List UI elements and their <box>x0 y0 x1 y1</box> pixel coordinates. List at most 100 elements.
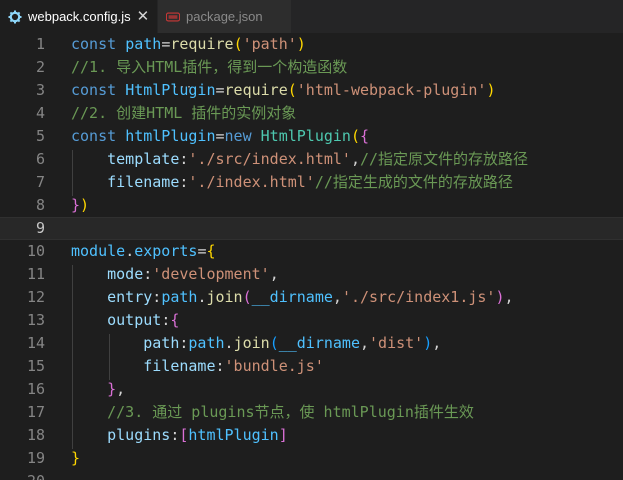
code-token: exports <box>134 242 198 260</box>
code-token: htmlPlugin <box>188 426 279 444</box>
code-line[interactable]: 5 const htmlPlugin=new HtmlPlugin({ <box>0 125 623 148</box>
code-line[interactable]: 1 const path=require('path') <box>0 33 623 56</box>
code-text: const path=require('path') <box>71 33 306 56</box>
code-text: filename:'./index.html'//指定生成的文件的存放路径 <box>71 171 513 194</box>
code-token: ( <box>269 334 279 352</box>
line-number: 17 <box>26 403 45 421</box>
code-token: ) <box>423 334 433 352</box>
code-text: } <box>71 447 80 470</box>
code-token: filename <box>107 173 180 191</box>
code-token: ) <box>486 81 496 99</box>
code-text: mode:'development', <box>71 263 279 286</box>
code-token: //1. 导入HTML插件，得到一个构造函数 <box>71 58 348 76</box>
tab-label: webpack.config.js <box>28 9 131 24</box>
code-token: , <box>332 288 342 306</box>
code-token: , <box>432 334 442 352</box>
code-line[interactable]: 11 mode:'development', <box>0 263 623 286</box>
line-number: 4 <box>35 104 45 122</box>
code-token: //3. 通过 plugins节点，使 htmlPlugin插件生效 <box>107 403 474 421</box>
code-token: path <box>125 35 162 53</box>
code-token: //2. 创建HTML 插件的实例对象 <box>71 104 297 122</box>
code-token: HtmlPlugin <box>125 81 216 99</box>
code-line[interactable]: 3 const HtmlPlugin=require('html-webpack-… <box>0 79 623 102</box>
code-line[interactable]: 9 <box>0 217 623 240</box>
code-token: { <box>360 127 370 145</box>
code-text: plugins:[htmlPlugin] <box>71 424 288 447</box>
code-text: filename:'bundle.js' <box>71 355 324 378</box>
code-line[interactable]: 16 }, <box>0 378 623 401</box>
code-line[interactable]: 20 <box>0 470 623 480</box>
code-text: }) <box>71 194 89 217</box>
code-line[interactable]: 17 //3. 通过 plugins节点，使 htmlPlugin插件生效 <box>0 401 623 424</box>
code-token: //指定生成的文件的存放路径 <box>314 173 513 191</box>
code-token: HtmlPlugin <box>260 127 351 145</box>
code-token: ( <box>242 288 252 306</box>
gear-icon <box>8 10 22 24</box>
line-number: 16 <box>26 380 45 398</box>
code-line[interactable]: 7 filename:'./index.html'//指定生成的文件的存放路径 <box>0 171 623 194</box>
line-number: 14 <box>26 334 45 352</box>
code-token: __dirname <box>251 288 333 306</box>
code-token: htmlPlugin <box>125 127 216 145</box>
code-token: join <box>206 288 243 306</box>
code-line[interactable]: 12 entry:path.join(__dirname,'./src/inde… <box>0 286 623 309</box>
code-line[interactable]: 19} <box>0 447 623 470</box>
code-line[interactable]: 4 //2. 创建HTML 插件的实例对象 <box>0 102 623 125</box>
code-token: . <box>125 242 135 260</box>
code-token: mode <box>107 265 144 283</box>
code-token: const <box>71 81 126 99</box>
code-line[interactable]: 13 output:{ <box>0 309 623 332</box>
code-token: './index.html' <box>188 173 315 191</box>
code-token: = <box>215 127 225 145</box>
code-token: //指定原文件的存放路径 <box>360 150 529 168</box>
line-number: 15 <box>26 357 45 375</box>
line-number: 7 <box>35 173 45 191</box>
code-text: output:{ <box>71 309 179 332</box>
code-token: } <box>71 196 81 214</box>
code-line[interactable]: 18 plugins:[htmlPlugin] <box>0 424 623 447</box>
code-token: join <box>233 334 270 352</box>
code-token: ( <box>287 81 297 99</box>
code-line[interactable]: 8}) <box>0 194 623 217</box>
code-text: template:'./src/index.html',//指定原文件的存放路径 <box>71 148 528 171</box>
code-token: : <box>143 265 153 283</box>
code-line[interactable]: 2 //1. 导入HTML插件，得到一个构造函数 <box>0 56 623 79</box>
code-token: __dirname <box>278 334 360 352</box>
line-number: 10 <box>26 242 45 260</box>
code-token: const <box>71 35 126 53</box>
code-token: path <box>143 334 180 352</box>
code-line[interactable]: 6 template:'./src/index.html',//指定原文件的存放… <box>0 148 623 171</box>
line-number: 5 <box>35 127 45 145</box>
line-number: 18 <box>26 426 45 444</box>
code-line[interactable]: 15 filename:'bundle.js' <box>0 355 623 378</box>
line-number: 3 <box>35 81 45 99</box>
code-editor[interactable]: ··· 1 const path=require('path') 2//1. 导入H… <box>0 33 623 480</box>
code-token: 'development' <box>152 265 270 283</box>
code-text: //3. 通过 plugins节点，使 htmlPlugin插件生效 <box>71 401 474 424</box>
code-token: , <box>269 265 279 283</box>
tab-webpack-config[interactable]: webpack.config.js ✕ <box>0 0 157 33</box>
code-line[interactable]: 14 path:path.join(__dirname,'dist'), <box>0 332 623 355</box>
code-line[interactable]: 10 module.exports={ <box>0 240 623 263</box>
code-token: , <box>504 288 514 306</box>
code-token: ] <box>278 426 288 444</box>
code-token: ) <box>296 35 306 53</box>
line-number: 19 <box>26 449 45 467</box>
code-token: { <box>170 311 180 329</box>
code-token: ) <box>80 196 90 214</box>
close-icon[interactable]: ✕ <box>137 9 150 24</box>
code-token: 'dist' <box>369 334 424 352</box>
code-text: //1. 导入HTML插件，得到一个构造函数 <box>71 56 347 79</box>
tab-package-json[interactable]: package.json <box>157 0 291 33</box>
line-number: 13 <box>26 311 45 329</box>
code-token: entry <box>107 288 153 306</box>
code-token: template <box>107 150 180 168</box>
code-text: //2. 创建HTML 插件的实例对象 <box>71 102 296 125</box>
